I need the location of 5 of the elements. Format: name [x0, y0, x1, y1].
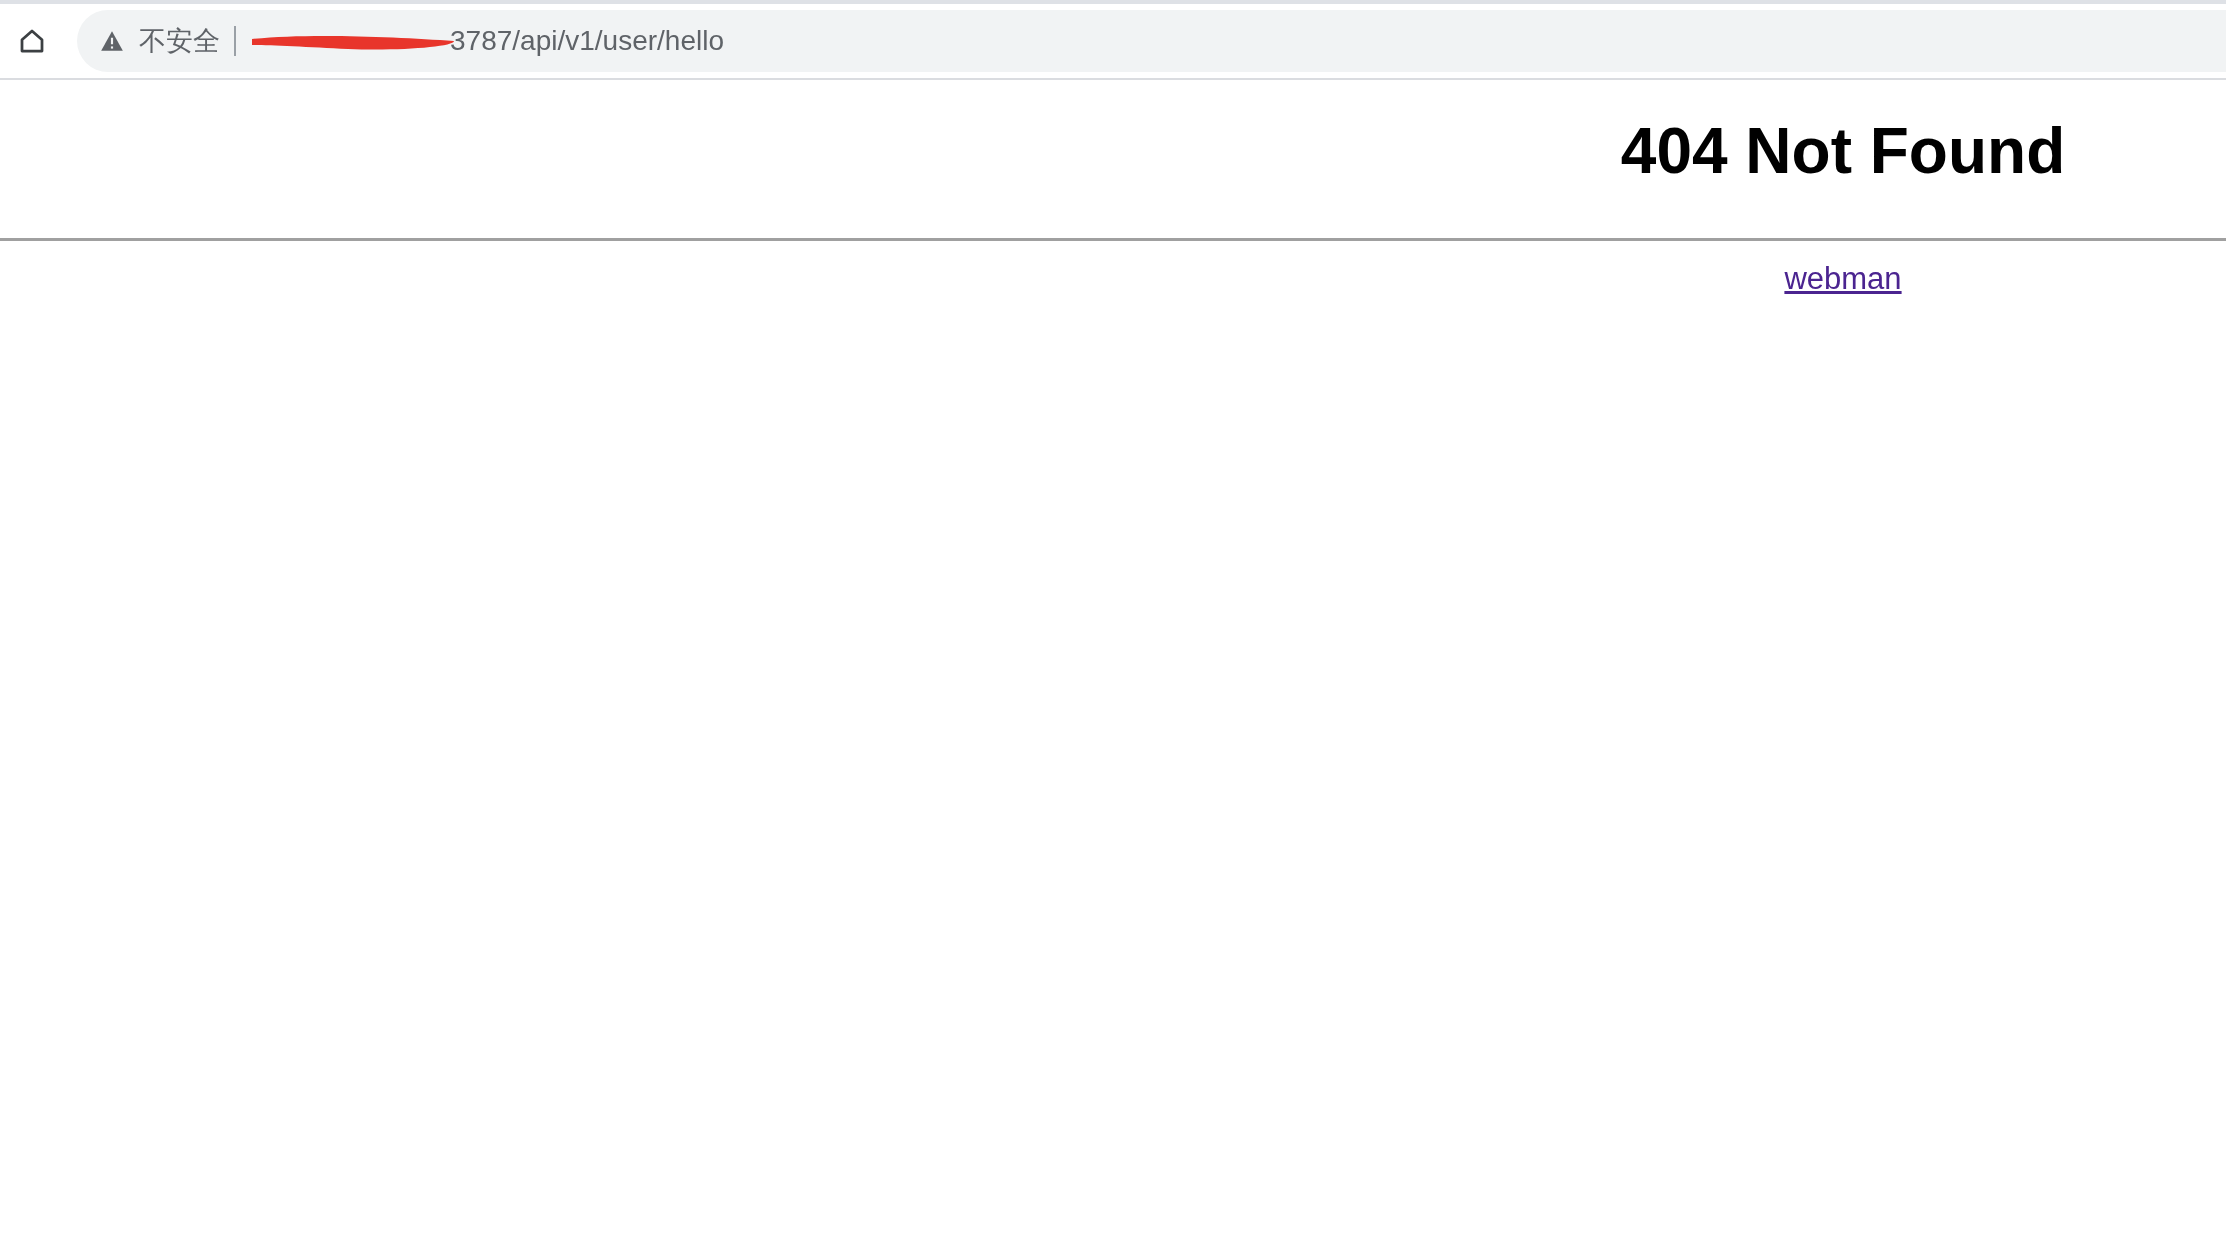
address-bar[interactable]: 不安全 3787/api/v1/user/hello: [77, 10, 2226, 72]
security-label: 不安全: [139, 24, 220, 58]
page-heading: 404 Not Found: [1619, 114, 2067, 189]
webman-link[interactable]: webman: [1784, 261, 1902, 296]
url-text: 3787/api/v1/user/hello: [450, 25, 724, 57]
